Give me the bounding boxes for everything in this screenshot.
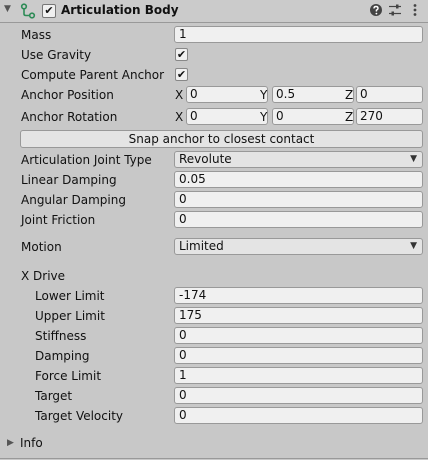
target-velocity-input[interactable]: 0 [174, 407, 423, 424]
panel-bottom-divider [0, 458, 428, 459]
snap-row: Snap anchor to closest contact [0, 130, 428, 148]
anchor-rotation-z-input[interactable]: 270 [356, 108, 423, 125]
info-foldout[interactable]: ▶ Info [0, 434, 428, 452]
angular-damping-input[interactable]: 0 [174, 191, 423, 208]
target-label: Target [35, 389, 73, 403]
chevron-down-icon: ▼ [410, 241, 417, 251]
use-gravity-label: Use Gravity [21, 48, 92, 62]
anchor-rotation-label: Anchor Rotation [21, 110, 118, 124]
joint-type-value: Revolute [179, 152, 232, 166]
anchor-rotation-y-input[interactable]: 0 [272, 108, 354, 125]
compute-parent-anchor-checkbox[interactable]: ✔ [175, 68, 188, 81]
upper-limit-label: Upper Limit [35, 309, 105, 323]
anchor-position-x-input[interactable]: 0 [186, 86, 268, 103]
upper-limit-input[interactable]: 175 [174, 307, 423, 324]
x-drive-label: X Drive [21, 269, 66, 283]
mass-input[interactable]: 1 [174, 26, 423, 43]
upper-limit-row: Upper Limit 175 [0, 307, 428, 325]
anchor-rotation-row: Anchor Rotation X 0 Y 0 Z 270 [0, 108, 428, 126]
linear-damping-label: Linear Damping [21, 173, 117, 187]
target-row: Target 0 [0, 387, 428, 405]
lower-limit-row: Lower Limit -174 [0, 287, 428, 305]
target-velocity-row: Target Velocity 0 [0, 407, 428, 425]
x-drive-header: X Drive [0, 267, 428, 285]
mass-row: Mass 1 [0, 26, 428, 44]
inspector-panel: ▼ ✔ Articulation Body Mass 1 Use Gravity… [0, 0, 428, 460]
force-limit-row: Force Limit 1 [0, 367, 428, 385]
component-title: Articulation Body [61, 3, 179, 17]
joint-type-row: Articulation Joint Type Revolute ▼ [0, 151, 428, 169]
snap-anchor-button[interactable]: Snap anchor to closest contact [20, 130, 423, 148]
anchor-position-z-label[interactable]: Z [345, 88, 353, 102]
compute-parent-anchor-label: Compute Parent Anchor [21, 68, 165, 82]
use-gravity-checkbox[interactable]: ✔ [175, 48, 188, 61]
joint-type-dropdown[interactable]: Revolute ▼ [174, 151, 423, 168]
anchor-rotation-x-label[interactable]: X [175, 110, 183, 124]
motion-row: Motion Limited ▼ [0, 238, 428, 256]
linear-damping-row: Linear Damping 0.05 [0, 171, 428, 189]
joint-type-label: Articulation Joint Type [21, 153, 152, 167]
linear-damping-input[interactable]: 0.05 [174, 171, 423, 188]
joint-friction-label: Joint Friction [21, 213, 96, 227]
foldout-arrow-icon[interactable]: ▼ [4, 4, 11, 14]
kebab-menu-icon[interactable] [408, 3, 422, 17]
motion-value: Limited [179, 239, 224, 253]
motion-dropdown[interactable]: Limited ▼ [174, 238, 423, 255]
anchor-position-z-input[interactable]: 0 [356, 86, 423, 103]
angular-damping-label: Angular Damping [21, 193, 126, 207]
anchor-rotation-x-input[interactable]: 0 [186, 108, 268, 125]
target-velocity-label: Target Velocity [35, 409, 124, 423]
lower-limit-input[interactable]: -174 [174, 287, 423, 304]
damping-label: Damping [35, 349, 90, 363]
lower-limit-label: Lower Limit [35, 289, 105, 303]
anchor-position-y-label[interactable]: Y [260, 88, 267, 102]
info-label[interactable]: Info [20, 436, 43, 450]
compute-parent-anchor-row: Compute Parent Anchor ✔ [0, 66, 428, 84]
force-limit-label: Force Limit [35, 369, 102, 383]
mass-label: Mass [21, 28, 52, 42]
use-gravity-row: Use Gravity ✔ [0, 46, 428, 64]
stiffness-label: Stiffness [35, 329, 87, 343]
anchor-position-row: Anchor Position X 0 Y 0.5 Z 0 [0, 86, 428, 104]
stiffness-row: Stiffness 0 [0, 327, 428, 345]
articulation-icon [20, 3, 36, 19]
anchor-position-y-input[interactable]: 0.5 [272, 86, 354, 103]
joint-friction-row: Joint Friction 0 [0, 211, 428, 229]
joint-friction-input[interactable]: 0 [174, 211, 423, 228]
stiffness-input[interactable]: 0 [174, 327, 423, 344]
angular-damping-row: Angular Damping 0 [0, 191, 428, 209]
component-enabled-checkbox[interactable]: ✔ [42, 4, 56, 18]
target-input[interactable]: 0 [174, 387, 423, 404]
foldout-closed-icon[interactable]: ▶ [7, 434, 14, 452]
anchor-position-x-label[interactable]: X [175, 88, 183, 102]
anchor-position-label: Anchor Position [21, 88, 114, 102]
force-limit-input[interactable]: 1 [174, 367, 423, 384]
damping-row: Damping 0 [0, 347, 428, 365]
anchor-rotation-z-label[interactable]: Z [345, 110, 353, 124]
damping-input[interactable]: 0 [174, 347, 423, 364]
help-icon[interactable] [369, 3, 383, 17]
component-header[interactable]: ▼ ✔ Articulation Body [0, 0, 428, 23]
chevron-down-icon: ▼ [410, 154, 417, 164]
motion-label: Motion [21, 240, 62, 254]
anchor-rotation-y-label[interactable]: Y [260, 110, 267, 124]
presets-icon[interactable] [388, 3, 402, 17]
